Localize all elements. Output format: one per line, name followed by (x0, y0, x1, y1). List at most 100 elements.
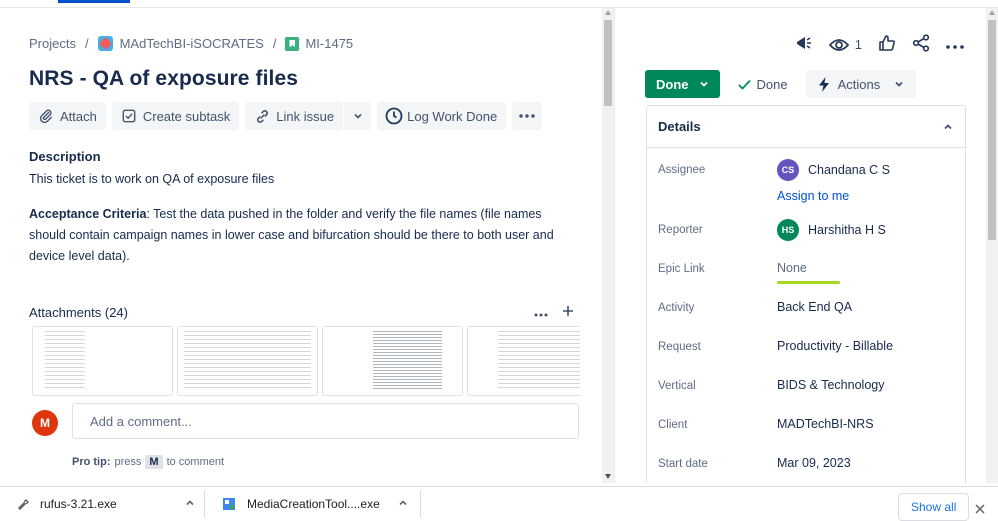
breadcrumb: Projects / MAdTechBI-iSOCRATES / MI-1475 (29, 36, 353, 51)
status-transition-button[interactable]: Done (645, 70, 720, 98)
scroll-down-arrow[interactable] (605, 474, 611, 479)
clock-icon (385, 107, 403, 125)
attachment-thumbnail[interactable] (322, 326, 463, 396)
assignee-value[interactable]: CS Chandana C S (777, 159, 890, 181)
protip-press: press (114, 456, 142, 468)
chevron-down-icon (895, 81, 903, 87)
attach-label: Attach (60, 108, 97, 124)
issue-title[interactable]: NRS - QA of exposure files (29, 67, 298, 91)
chevron-up-icon[interactable] (943, 122, 953, 132)
main-scrollbar[interactable] (602, 8, 614, 483)
epic-link-value[interactable]: None (777, 261, 840, 284)
attachment-thumbnails (32, 326, 580, 396)
breadcrumb-separator: / (272, 36, 277, 51)
download-filename: rufus-3.21.exe (40, 496, 117, 511)
activity-value[interactable]: Back End QA (777, 300, 852, 314)
show-all-downloads-button[interactable]: Show all (898, 493, 970, 521)
avatar: CS (777, 159, 799, 181)
scrollbar-thumb[interactable] (988, 20, 996, 240)
attachments-more-icon[interactable] (534, 304, 548, 320)
start-date-value[interactable]: Mar 09, 2023 (777, 456, 851, 470)
more-actions-button[interactable] (512, 102, 543, 130)
client-value[interactable]: MADTechBI-NRS (777, 417, 874, 431)
request-label: Request (658, 341, 701, 353)
avatar: M (32, 410, 58, 436)
watch-button[interactable]: 1 (828, 37, 862, 52)
comment-input[interactable]: Add a comment... (72, 403, 579, 439)
details-title: Details (658, 119, 701, 134)
download-filename: MediaCreationTool....exe (247, 496, 380, 511)
status-row: Done Done Actions (645, 70, 917, 98)
more-icon (519, 114, 535, 118)
issue-toolbar: Attach Create subtask Link issue Log Wor… (29, 102, 543, 130)
subtask-icon (121, 108, 137, 124)
download-item[interactable]: MediaCreationTool....exe (205, 487, 408, 521)
issue-header-actions: 1 (795, 34, 964, 55)
comment-row: M Add a comment... (32, 403, 579, 439)
request-value[interactable]: Productivity - Billable (777, 339, 893, 353)
thumbs-up-icon[interactable] (878, 34, 896, 55)
details-panel: Details Assignee CS Chandana C S Assign … (646, 105, 966, 483)
link-issue-dropdown[interactable] (343, 102, 371, 130)
share-icon[interactable] (912, 34, 930, 55)
eye-icon (828, 38, 849, 51)
description-heading: Description (29, 149, 101, 164)
project-icon (97, 36, 113, 51)
log-work-button[interactable]: Log Work Done (377, 102, 507, 130)
installer-icon (221, 496, 237, 512)
usb-drive-icon (14, 496, 30, 512)
download-item[interactable]: rufus-3.21.exe (0, 487, 204, 521)
feedback-icon[interactable] (795, 34, 813, 55)
issue-side-pane: 1 Done Done Actions Details Assignee CS … (615, 8, 986, 483)
details-header[interactable]: Details (647, 106, 965, 148)
protip-suffix: to comment (166, 456, 225, 468)
add-attachment-icon[interactable] (562, 304, 574, 320)
assignee-label: Assignee (658, 164, 706, 176)
chevron-up-icon[interactable] (398, 497, 408, 511)
breadcrumb-issue-key[interactable]: MI-1475 (305, 36, 353, 51)
paperclip-icon (38, 108, 54, 124)
scroll-up-arrow[interactable] (989, 10, 995, 15)
client-label: Client (658, 419, 688, 431)
breadcrumb-project[interactable]: MAdTechBI-iSOCRATES (120, 36, 264, 51)
resolution-status: Done (728, 70, 798, 98)
protip-key: M (145, 455, 163, 469)
protip-label: Pro tip: (72, 456, 111, 468)
description-text[interactable]: This ticket is to work on QA of exposure… (29, 172, 274, 186)
actions-button[interactable]: Actions (805, 70, 917, 98)
attachment-thumbnail[interactable] (467, 326, 580, 396)
attach-button[interactable]: Attach (29, 102, 106, 130)
vertical-label: Vertical (658, 380, 696, 392)
scroll-up-arrow[interactable] (605, 10, 611, 15)
reporter-label: Reporter (658, 224, 703, 236)
activity-label: Activity (658, 302, 695, 314)
breadcrumb-separator: / (84, 36, 89, 51)
scrollbar-thumb[interactable] (604, 20, 612, 106)
checkmark-icon (737, 79, 751, 90)
avatar: HS (777, 219, 799, 241)
assign-to-me-link[interactable]: Assign to me (777, 189, 849, 203)
link-issue-button[interactable]: Link issue (245, 102, 343, 130)
acceptance-criteria[interactable]: Acceptance Criteria: Test the data pushe… (29, 204, 569, 267)
assignee-name: Chandana C S (808, 163, 891, 177)
vertical-value[interactable]: BIDS & Technology (777, 378, 884, 392)
epic-link-label: Epic Link (658, 263, 705, 275)
chevron-up-icon[interactable] (185, 497, 195, 511)
attachment-thumbnail[interactable] (32, 326, 173, 396)
close-icon[interactable] (975, 501, 985, 517)
create-subtask-button[interactable]: Create subtask (111, 102, 240, 130)
active-tab-indicator (58, 0, 130, 3)
issue-main-pane: Projects / MAdTechBI-iSOCRATES / MI-1475… (0, 8, 602, 483)
more-icon[interactable] (946, 37, 964, 52)
reporter-value[interactable]: HS Harshitha H S (777, 219, 886, 241)
chevron-down-icon (354, 113, 362, 119)
side-scrollbar[interactable] (986, 8, 998, 483)
breadcrumb-projects[interactable]: Projects (29, 36, 76, 51)
attachment-thumbnail[interactable] (177, 326, 318, 396)
pro-tip: Pro tip: press M to comment (72, 455, 224, 469)
lightning-icon (818, 76, 829, 92)
epic-link-text: None (777, 261, 807, 275)
resolution-label: Done (756, 76, 788, 92)
link-icon (254, 108, 270, 124)
link-issue-split-button: Link issue (245, 102, 372, 130)
